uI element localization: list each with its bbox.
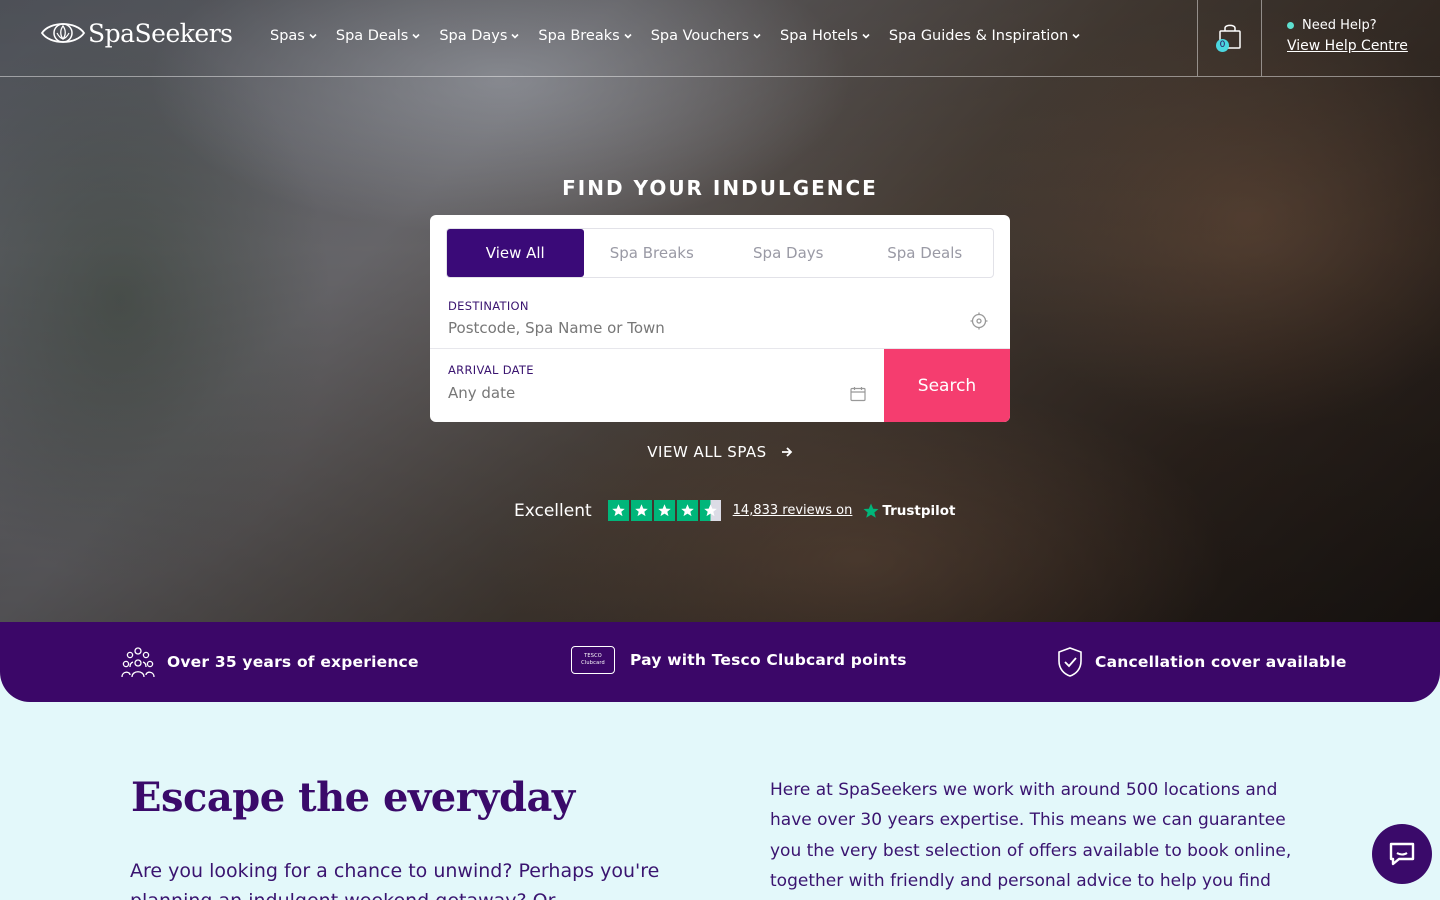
help-block: Need Help? View Help Centre — [1287, 18, 1408, 54]
cart-count-badge: 0 — [1216, 39, 1229, 52]
trustpilot-widget: Excellent 14,833 reviews on Trustpilot — [514, 500, 956, 521]
nav-item-spa-vouchers[interactable]: Spa Vouchers — [651, 28, 762, 44]
main-nav: Spas Spa Deals Spa Days Spa Breaks Spa V… — [270, 28, 1099, 44]
nav-item-spa-hotels[interactable]: Spa Hotels — [780, 28, 871, 44]
usp-label: Cancellation cover available — [1095, 653, 1347, 671]
intro-paragraph: Are you looking for a chance to unwind? … — [130, 860, 660, 900]
nav-item-label: Spa Breaks — [538, 28, 620, 44]
tesco-card-line2: Clubcard — [581, 660, 605, 666]
nav-item-spa-breaks[interactable]: Spa Breaks — [538, 28, 632, 44]
usp-experience: Over 35 years of experience — [121, 646, 419, 678]
usp-label: Over 35 years of experience — [167, 653, 419, 671]
nav-item-spa-deals[interactable]: Spa Deals — [336, 28, 421, 44]
nav-item-label: Spas — [270, 28, 305, 44]
trustpilot-rating-word: Excellent — [514, 500, 592, 521]
chevron-down-icon — [624, 33, 632, 39]
help-label-row: Need Help? — [1287, 18, 1408, 33]
nav-item-label: Spa Deals — [335, 28, 409, 44]
site-header: SpaSeekers Spas Spa Deals Spa Days Spa B… — [0, 0, 1440, 77]
usp-tesco: TESCO Clubcard Pay with Tesco Clubcard p… — [571, 646, 907, 674]
chevron-down-icon — [511, 33, 519, 39]
hero-title: FIND YOUR INDULGENCE — [562, 176, 878, 200]
nav-item-label: Spa Vouchers — [650, 28, 750, 44]
about-paragraph: Here at SpaSeekers we work with around 5… — [770, 780, 1292, 891]
star-icon — [630, 500, 652, 521]
chevron-down-icon — [753, 33, 761, 39]
locate-me-icon[interactable] — [970, 312, 988, 330]
usp-bar: Over 35 years of experience TESCO Clubca… — [0, 622, 1440, 702]
nav-item-label: Spa Days — [439, 28, 508, 44]
search-tabs: View All Spa Breaks Spa Days Spa Deals — [446, 228, 994, 278]
online-status-dot — [1287, 22, 1294, 29]
trustpilot-logo[interactable]: Trustpilot — [862, 502, 956, 520]
nav-item-spa-days[interactable]: Spa Days — [439, 28, 520, 44]
calendar-icon[interactable] — [850, 386, 866, 402]
tab-spa-days[interactable]: Spa Days — [720, 229, 857, 277]
trustpilot-brand: Trustpilot — [882, 502, 956, 519]
people-group-icon — [121, 647, 155, 678]
chevron-down-icon — [412, 33, 420, 39]
help-label: Need Help? — [1302, 18, 1377, 33]
section-title: Escape the everyday — [131, 774, 575, 821]
arrival-date-input[interactable] — [448, 384, 828, 402]
trustpilot-star-icon — [863, 503, 879, 518]
star-icon — [607, 500, 629, 521]
arrival-date-label: ARRIVAL DATE — [448, 363, 534, 377]
arrow-right-icon — [781, 447, 792, 457]
tab-view-all[interactable]: View All — [447, 229, 584, 277]
shield-check-icon — [1058, 647, 1082, 677]
view-all-spas-label: VIEW ALL SPAS — [647, 443, 767, 461]
chevron-down-icon — [862, 33, 870, 39]
view-all-spas-link[interactable]: VIEW ALL SPAS — [647, 443, 792, 461]
arrival-date-field: ARRIVAL DATE — [430, 350, 884, 422]
live-chat-button[interactable] — [1372, 824, 1432, 884]
nav-item-label: Spa Guides & Inspiration — [888, 28, 1069, 44]
chevron-down-icon — [309, 33, 317, 39]
tab-spa-deals[interactable]: Spa Deals — [857, 229, 994, 277]
nav-item-spas[interactable]: Spas — [270, 28, 318, 44]
help-centre-link[interactable]: View Help Centre — [1287, 38, 1408, 54]
usp-cancellation: Cancellation cover available — [1057, 646, 1347, 678]
destination-input[interactable] — [448, 319, 928, 337]
tesco-clubcard-icon: TESCO Clubcard — [571, 646, 615, 674]
search-button[interactable]: Search — [884, 349, 1010, 422]
site-logo[interactable]: SpaSeekers — [40, 18, 233, 48]
nav-item-label: Spa Hotels — [780, 28, 858, 44]
tesco-card-line1: TESCO — [584, 653, 602, 659]
brand-name: SpaSeekers — [88, 18, 233, 48]
chat-bubble-icon — [1389, 842, 1415, 866]
destination-field: DESTINATION — [430, 285, 1010, 349]
chevron-down-icon — [1072, 33, 1080, 39]
trustpilot-reviews-link[interactable]: 14,833 reviews on — [733, 503, 853, 518]
search-panel: View All Spa Breaks Spa Days Spa Deals D… — [430, 215, 1010, 422]
tab-spa-breaks[interactable]: Spa Breaks — [584, 229, 721, 277]
view-all-spas-row: VIEW ALL SPAS — [0, 443, 1440, 461]
destination-label: DESTINATION — [448, 299, 529, 313]
half-star-icon — [699, 500, 721, 521]
cart-button[interactable]: 0 — [1197, 0, 1262, 76]
trustpilot-stars — [607, 500, 721, 521]
star-icon — [653, 500, 675, 521]
eye-lotus-logo-icon — [40, 23, 86, 43]
usp-label: Pay with Tesco Clubcard points — [630, 651, 907, 669]
nav-item-spa-guides[interactable]: Spa Guides & Inspiration — [889, 28, 1081, 44]
star-icon — [676, 500, 698, 521]
